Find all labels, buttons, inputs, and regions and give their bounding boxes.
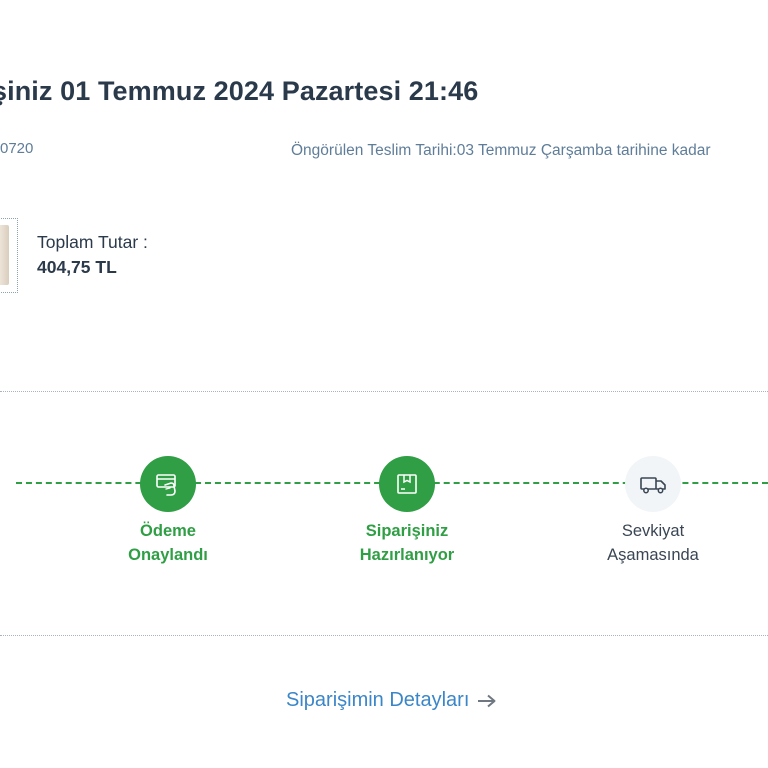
credit-card-hand-icon — [156, 474, 176, 496]
step-preparing-line1: Siparişiniz — [365, 522, 449, 540]
order-details-link[interactable]: Siparişimin Detayları — [286, 689, 497, 712]
arrow-right-icon — [478, 694, 496, 707]
step-shipping-label: Sevkiyat Aşamasında — [578, 519, 728, 567]
delivery-estimate: Öngörülen Teslim Tarihi:03 Temmuz Çarşam… — [291, 142, 711, 159]
divider-bottom — [0, 635, 768, 636]
package-icon — [397, 474, 417, 494]
divider-top — [0, 391, 768, 392]
step-shipping-line1: Sevkiyat — [621, 522, 685, 540]
truck-icon — [640, 477, 666, 494]
product-thumbnail[interactable] — [0, 218, 18, 293]
step-preparing-label: Siparişiniz Hazırlanıyor — [332, 519, 482, 567]
step-shipping-line2: Aşamasında — [607, 546, 699, 564]
product-image — [0, 225, 9, 285]
step-preparing-circle — [379, 456, 435, 512]
step-preparing-line2: Hazırlanıyor — [359, 546, 455, 564]
total-label: Toplam Tutar : — [37, 232, 148, 252]
total-value: 404,75 TL — [37, 257, 117, 277]
step-payment-line2: Onaylandı — [128, 546, 208, 564]
step-payment-label: Ödeme Onaylandı — [93, 519, 243, 567]
step-payment-circle — [140, 456, 196, 512]
step-payment-line1: Ödeme — [140, 522, 196, 540]
order-details-label: Siparişimin Detayları — [286, 689, 470, 711]
step-shipping-circle — [625, 456, 681, 512]
order-title: şiniz 01 Temmuz 2024 Pazartesi 21:46 — [0, 76, 479, 106]
order-number: 0720 — [0, 140, 34, 157]
